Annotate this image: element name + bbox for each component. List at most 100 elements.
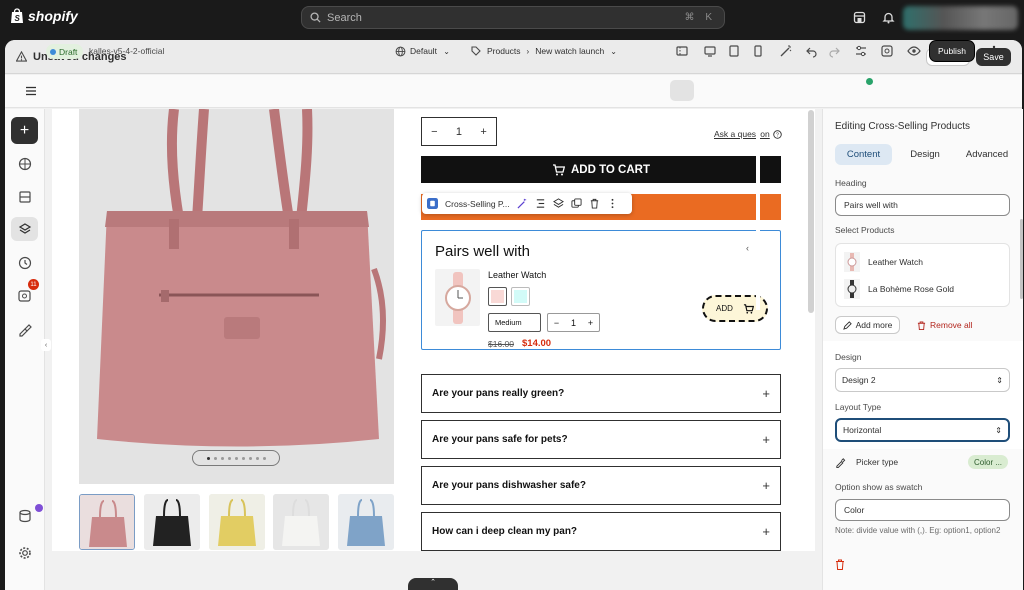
layers-icon[interactable] (17, 189, 33, 205)
menu-icon[interactable] (25, 85, 37, 97)
carousel-dot[interactable] (234, 456, 238, 460)
search-image-icon[interactable] (17, 288, 33, 304)
layout-type-select[interactable]: Horizontal ⇕ (835, 418, 1010, 442)
breadcrumb-products[interactable]: Products (487, 46, 521, 56)
thumbnail-black[interactable] (144, 494, 200, 550)
brush-icon[interactable] (17, 321, 33, 337)
inspector-toggle-bg (670, 80, 694, 101)
add-to-cart-button[interactable]: ADD TO CART (421, 156, 781, 183)
carousel-dot[interactable] (206, 456, 210, 460)
undo-icon[interactable] (805, 44, 819, 58)
svg-text:?: ? (776, 132, 779, 138)
quantity-stepper[interactable]: − 1 + (421, 117, 497, 146)
history-icon[interactable] (17, 255, 33, 271)
tab-content[interactable]: Content (835, 144, 892, 165)
minus-icon[interactable]: − (554, 318, 559, 328)
panel-scrollbar[interactable] (1020, 219, 1023, 299)
database-icon[interactable] (17, 508, 33, 524)
store-icon[interactable] (853, 11, 866, 24)
delete-block-icon[interactable] (835, 559, 845, 570)
carousel-dot[interactable] (220, 456, 224, 460)
select-arrows-icon: ⇕ (996, 375, 1003, 385)
ask-question-link[interactable]: Ask a question ? (714, 129, 782, 139)
online-status-dot (866, 78, 873, 85)
collapse-panel-tab[interactable]: ⌃ (408, 578, 458, 590)
tab-design[interactable]: Design (896, 144, 954, 165)
plus-icon[interactable]: + (480, 126, 486, 138)
heading-input[interactable]: Pairs well with (835, 194, 1010, 216)
swatch-mint[interactable] (511, 287, 530, 306)
globe-icon (395, 46, 406, 56)
align-icon[interactable] (535, 198, 546, 209)
watch-image[interactable] (435, 269, 480, 326)
faq-item[interactable]: Are your pans really green? + (421, 374, 781, 413)
plus-icon[interactable]: + (588, 318, 593, 328)
thumbnail-white[interactable] (273, 494, 329, 550)
canvas-scrollbar[interactable] (808, 110, 814, 313)
option-swatch-input[interactable]: Color (835, 499, 1010, 521)
breadcrumb[interactable]: Products › New watch launch ⌄ (465, 41, 623, 61)
carousel-dot[interactable] (248, 456, 252, 460)
eye-icon[interactable] (907, 44, 921, 58)
carousel-dot[interactable] (241, 456, 245, 460)
option-swatch-label: Option show as swatch (835, 482, 923, 492)
breadcrumb-page[interactable]: New watch launch (535, 46, 604, 56)
delete-icon[interactable] (589, 198, 600, 209)
more-options-icon[interactable] (987, 44, 1001, 58)
mobile-icon[interactable] (751, 44, 765, 58)
app-status-dot (35, 504, 43, 512)
layers-icon[interactable] (552, 198, 564, 209)
inspector-icon[interactable] (675, 44, 689, 58)
search-input[interactable]: Search ⌘ K (301, 6, 725, 29)
account-avatar[interactable] (903, 6, 1018, 30)
carousel-pagination[interactable] (192, 450, 280, 466)
thumbnail-yellow[interactable] (209, 494, 265, 550)
thumbnail-blue[interactable] (338, 494, 394, 550)
gear-icon[interactable] (17, 545, 33, 561)
desktop-icon[interactable] (703, 44, 717, 58)
product-main-image[interactable] (79, 109, 394, 484)
bell-icon[interactable] (882, 11, 895, 24)
size-select[interactable]: Medium (488, 313, 541, 332)
pairs-title: Pairs well with (435, 243, 531, 260)
product-row[interactable]: La Bohème Rose Gold (844, 279, 954, 299)
collapse-sidebar-handle[interactable]: ‹ (41, 339, 51, 351)
add-more-button[interactable]: Add more (835, 316, 900, 334)
tablet-icon[interactable] (727, 44, 741, 58)
shopify-logo[interactable]: S shopify (10, 8, 78, 24)
ai-sparkle-icon[interactable] (517, 198, 528, 209)
cross-sell-quantity: 1 (570, 317, 576, 328)
tab-advanced[interactable]: Advanced (958, 144, 1016, 165)
image-search-icon[interactable] (880, 44, 894, 58)
thumbnail-pink[interactable] (79, 494, 135, 550)
globe-styles-icon[interactable] (17, 156, 33, 172)
add-section-button[interactable]: + (11, 117, 38, 144)
swatch-pink[interactable] (488, 287, 507, 306)
cross-selling-section[interactable]: Pairs well with ‹ › Leather Watch Medium… (421, 230, 781, 350)
watch-name[interactable]: Leather Watch (488, 270, 546, 280)
settings-sliders-icon[interactable] (854, 44, 868, 58)
design-select[interactable]: Design 2 ⇕ (835, 368, 1010, 392)
search-icon (310, 12, 321, 23)
carousel-dot[interactable] (213, 456, 217, 460)
product-row[interactable]: Leather Watch (844, 252, 923, 272)
faq-item[interactable]: How can i deep clean my pan? + (421, 512, 781, 551)
minus-icon[interactable]: − (431, 126, 437, 138)
carousel-dot[interactable] (255, 456, 259, 460)
template-selector[interactable]: Default ⌄ (389, 41, 456, 61)
duplicate-icon[interactable] (571, 198, 582, 209)
redo-icon[interactable] (827, 44, 841, 58)
carousel-dot[interactable] (227, 456, 231, 460)
cross-sell-quantity-stepper[interactable]: − 1 + (547, 313, 600, 332)
publish-button[interactable]: Publish (930, 41, 974, 61)
chevron-left-icon[interactable]: ‹ (746, 243, 749, 253)
plus-icon: + (762, 386, 770, 401)
stack-icon[interactable] (17, 221, 33, 237)
faq-item[interactable]: Are your pans dishwasher safe? + (421, 466, 781, 505)
carousel-dot[interactable] (262, 456, 266, 460)
picker-type-badge[interactable]: Color ... (968, 455, 1009, 469)
magic-wand-icon[interactable] (779, 44, 793, 58)
more-vertical-icon[interactable] (607, 198, 618, 209)
remove-all-button[interactable]: Remove all (917, 316, 973, 334)
faq-item[interactable]: Are your pans safe for pets? + (421, 420, 781, 459)
